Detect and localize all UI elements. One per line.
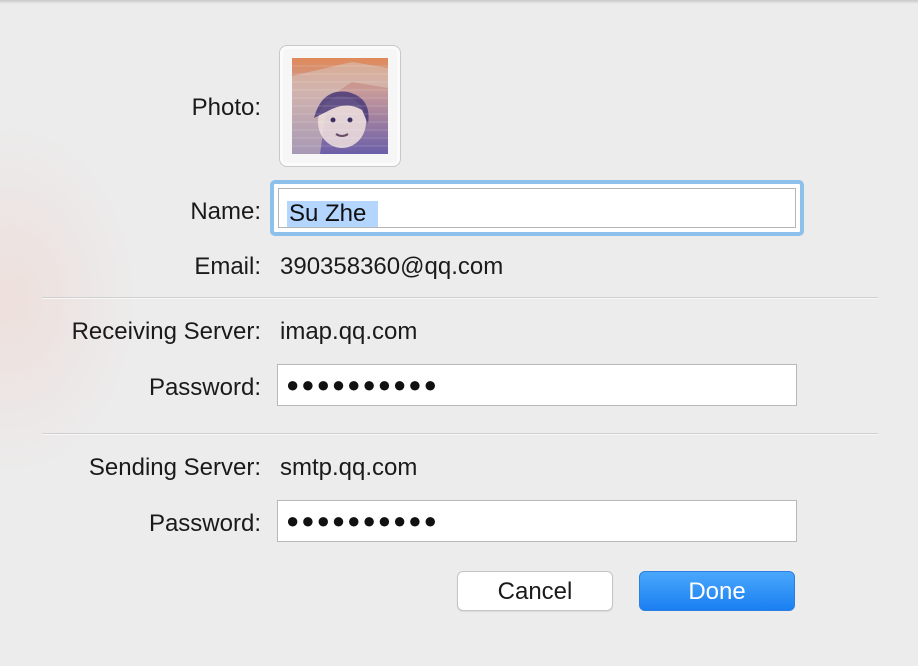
- done-button[interactable]: Done: [639, 571, 795, 611]
- name-field-inner[interactable]: Su Zhe: [278, 188, 796, 228]
- sending-server-value: smtp.qq.com: [280, 454, 418, 481]
- cancel-button[interactable]: Cancel: [457, 571, 613, 611]
- name-field[interactable]: Su Zhe: [270, 180, 804, 236]
- name-field-value[interactable]: Su Zhe: [287, 201, 379, 227]
- email-value: 390358360@qq.com: [280, 253, 504, 280]
- photo-label: Photo:: [191, 94, 261, 121]
- name-label: Name:: [190, 198, 261, 225]
- sheet-top-shadow: [0, 0, 918, 4]
- sending-password-label: Password:: [148, 510, 261, 537]
- receiving-password-mask: ●●●●●●●●●●: [286, 372, 439, 397]
- divider: [42, 433, 878, 435]
- receiving-password-field[interactable]: ●●●●●●●●●●: [277, 364, 797, 406]
- receiving-server-value: imap.qq.com: [280, 318, 418, 345]
- account-info-sheet: Photo: Name: Su Zhe Email: 390358360@qq.…: [0, 0, 918, 666]
- receiving-server-label: Receiving Server:: [71, 318, 261, 345]
- email-label: Email:: [194, 253, 261, 280]
- receiving-password-label: Password:: [148, 374, 261, 401]
- sending-server-label: Sending Server:: [88, 454, 261, 481]
- photo-well[interactable]: [279, 45, 401, 167]
- divider: [42, 297, 878, 299]
- sending-password-field[interactable]: ●●●●●●●●●●: [277, 500, 797, 542]
- sending-password-mask: ●●●●●●●●●●: [286, 508, 439, 533]
- avatar: [292, 58, 388, 154]
